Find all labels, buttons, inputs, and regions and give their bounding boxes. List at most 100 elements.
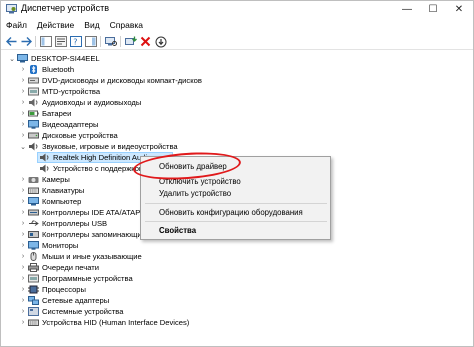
tree-item-mtd[interactable]: › MTD-устройства: [1, 86, 473, 97]
menu-item-scan-hardware[interactable]: Обновить конфигурацию оборудования: [159, 207, 303, 218]
chevron-right-icon[interactable]: ›: [19, 185, 27, 196]
dvd-drive-icon: [28, 77, 39, 84]
toolbar: ?: [1, 33, 473, 50]
chevron-right-icon[interactable]: ›: [19, 262, 27, 273]
download-driver-icon[interactable]: [154, 35, 167, 48]
menu-item-disable-device[interactable]: Отключить устройство: [159, 176, 241, 187]
chevron-right-icon[interactable]: ›: [19, 75, 27, 86]
action-panel-icon[interactable]: [84, 35, 97, 48]
chevron-right-icon[interactable]: ›: [19, 306, 27, 317]
window-title: Диспетчер устройств: [21, 3, 109, 13]
show-hide-tree-icon[interactable]: [39, 35, 52, 48]
software-device-icon: [28, 274, 39, 283]
tree-item-video-adapters[interactable]: › Видеоадаптеры: [1, 119, 473, 130]
tree-item-audio-io[interactable]: › Аудиовходы и аудиовыходы: [1, 97, 473, 108]
sound-icon: [29, 142, 38, 151]
chevron-right-icon[interactable]: ›: [19, 108, 27, 119]
chevron-right-icon[interactable]: ›: [19, 86, 27, 97]
tree-item-software-devices[interactable]: › Программные устройства: [1, 273, 473, 284]
device-manager-icon: [6, 4, 17, 14]
forward-icon[interactable]: [20, 35, 33, 48]
tree-root[interactable]: ⌄ DESKTOP-SI44EEL: [1, 53, 473, 64]
usb-icon: [29, 220, 39, 226]
storage-controller-icon: [28, 231, 39, 238]
chevron-right-icon[interactable]: ›: [19, 273, 27, 284]
speaker-icon: [29, 98, 38, 107]
maximize-button[interactable]: ☐: [421, 1, 445, 17]
update-driver-icon[interactable]: [124, 35, 137, 48]
back-icon[interactable]: [5, 35, 18, 48]
tree-item-bluetooth[interactable]: › Bluetooth: [1, 64, 473, 75]
device-manager-window: Диспетчер устройств — ☐ ✕ Файл Действие …: [0, 0, 474, 347]
chevron-right-icon[interactable]: ›: [19, 218, 27, 229]
printer-icon: [28, 263, 39, 272]
mouse-icon: [30, 252, 37, 261]
chevron-right-icon[interactable]: ›: [19, 295, 27, 306]
help-icon[interactable]: ?: [69, 35, 82, 48]
computer-icon: [28, 197, 39, 206]
chevron-right-icon[interactable]: ›: [19, 119, 27, 130]
menu-bar: Файл Действие Вид Справка: [1, 17, 473, 32]
chevron-right-icon[interactable]: ›: [19, 64, 27, 75]
tree-root-label: DESKTOP-SI44EEL: [31, 54, 100, 63]
network-adapter-icon: [28, 296, 39, 305]
menu-action[interactable]: Действие: [37, 20, 74, 30]
chevron-right-icon[interactable]: ›: [19, 196, 27, 207]
camera-icon: [28, 177, 39, 183]
chevron-down-icon[interactable]: ⌄: [19, 141, 27, 152]
maximize-icon: ☐: [428, 3, 438, 15]
battery-icon: [28, 110, 39, 117]
title-bar: Диспетчер устройств — ☐ ✕: [1, 1, 473, 17]
chevron-right-icon[interactable]: ›: [19, 317, 27, 328]
menu-file[interactable]: Файл: [6, 20, 27, 30]
menu-separator: [145, 203, 327, 204]
chevron-right-icon[interactable]: ›: [19, 251, 27, 262]
minimize-icon: —: [402, 3, 412, 15]
chevron-right-icon[interactable]: ›: [19, 130, 27, 141]
scan-hardware-icon[interactable]: [104, 35, 117, 48]
tree-item-system-devices[interactable]: › Системные устройства: [1, 306, 473, 317]
tree-item-dvd[interactable]: › DVD-дисководы и дисководы компакт-диск…: [1, 75, 473, 86]
tree-item-disk-drives[interactable]: › Дисковые устройства: [1, 130, 473, 141]
chevron-right-icon[interactable]: ›: [19, 284, 27, 295]
display-adapter-icon: [28, 120, 39, 129]
chevron-right-icon[interactable]: ›: [19, 174, 27, 185]
menu-item-properties[interactable]: Свойства: [159, 225, 196, 236]
tree-item-network-adapters[interactable]: › Сетевые адаптеры: [1, 295, 473, 306]
properties-icon[interactable]: [54, 35, 67, 48]
close-button[interactable]: ✕: [447, 1, 471, 17]
tree-item-monitors[interactable]: › Мониторы: [1, 240, 473, 251]
chevron-right-icon[interactable]: ›: [19, 229, 27, 240]
processor-icon: [28, 285, 39, 294]
tree-item-batteries[interactable]: › Батареи: [1, 108, 473, 119]
tree-item-mice[interactable]: › Мыши и иные указывающие: [1, 251, 473, 262]
audio-device-icon: [40, 153, 49, 162]
chevron-right-icon[interactable]: ›: [19, 97, 27, 108]
uninstall-icon[interactable]: [139, 35, 152, 48]
close-icon: ✕: [454, 3, 464, 15]
chevron-down-icon[interactable]: ⌄: [8, 53, 16, 64]
monitor-icon: [28, 241, 39, 250]
menu-view[interactable]: Вид: [84, 20, 99, 30]
audio-device-icon: [40, 164, 49, 173]
ide-controller-icon: [28, 209, 39, 216]
minimize-button[interactable]: —: [395, 1, 419, 17]
bluetooth-icon: [30, 65, 37, 74]
svg-text:?: ?: [73, 38, 77, 47]
system-device-icon: [28, 307, 39, 316]
chevron-right-icon[interactable]: ›: [19, 207, 27, 218]
tree-item-sound[interactable]: ⌄ Звуковые, игровые и видеоустройства: [1, 141, 473, 152]
tree-item-processors[interactable]: › Процессоры: [1, 284, 473, 295]
menu-help[interactable]: Справка: [110, 20, 143, 30]
context-menu: Обновить драйвер Отключить устройство Уд…: [140, 156, 331, 240]
tree-item-print-queues[interactable]: › Очереди печати: [1, 262, 473, 273]
chevron-right-icon[interactable]: ›: [19, 240, 27, 251]
keyboard-icon: [28, 187, 39, 194]
menu-item-update-driver[interactable]: Обновить драйвер: [159, 161, 227, 172]
menu-item-uninstall-device[interactable]: Удалить устройство: [159, 188, 231, 199]
menu-separator: [145, 221, 327, 222]
tree-item-hid[interactable]: › Устройства HID (Human Interface Device…: [1, 317, 473, 328]
hid-icon: [28, 319, 39, 326]
disk-drive-icon: [28, 132, 39, 139]
computer-icon: [17, 54, 28, 63]
